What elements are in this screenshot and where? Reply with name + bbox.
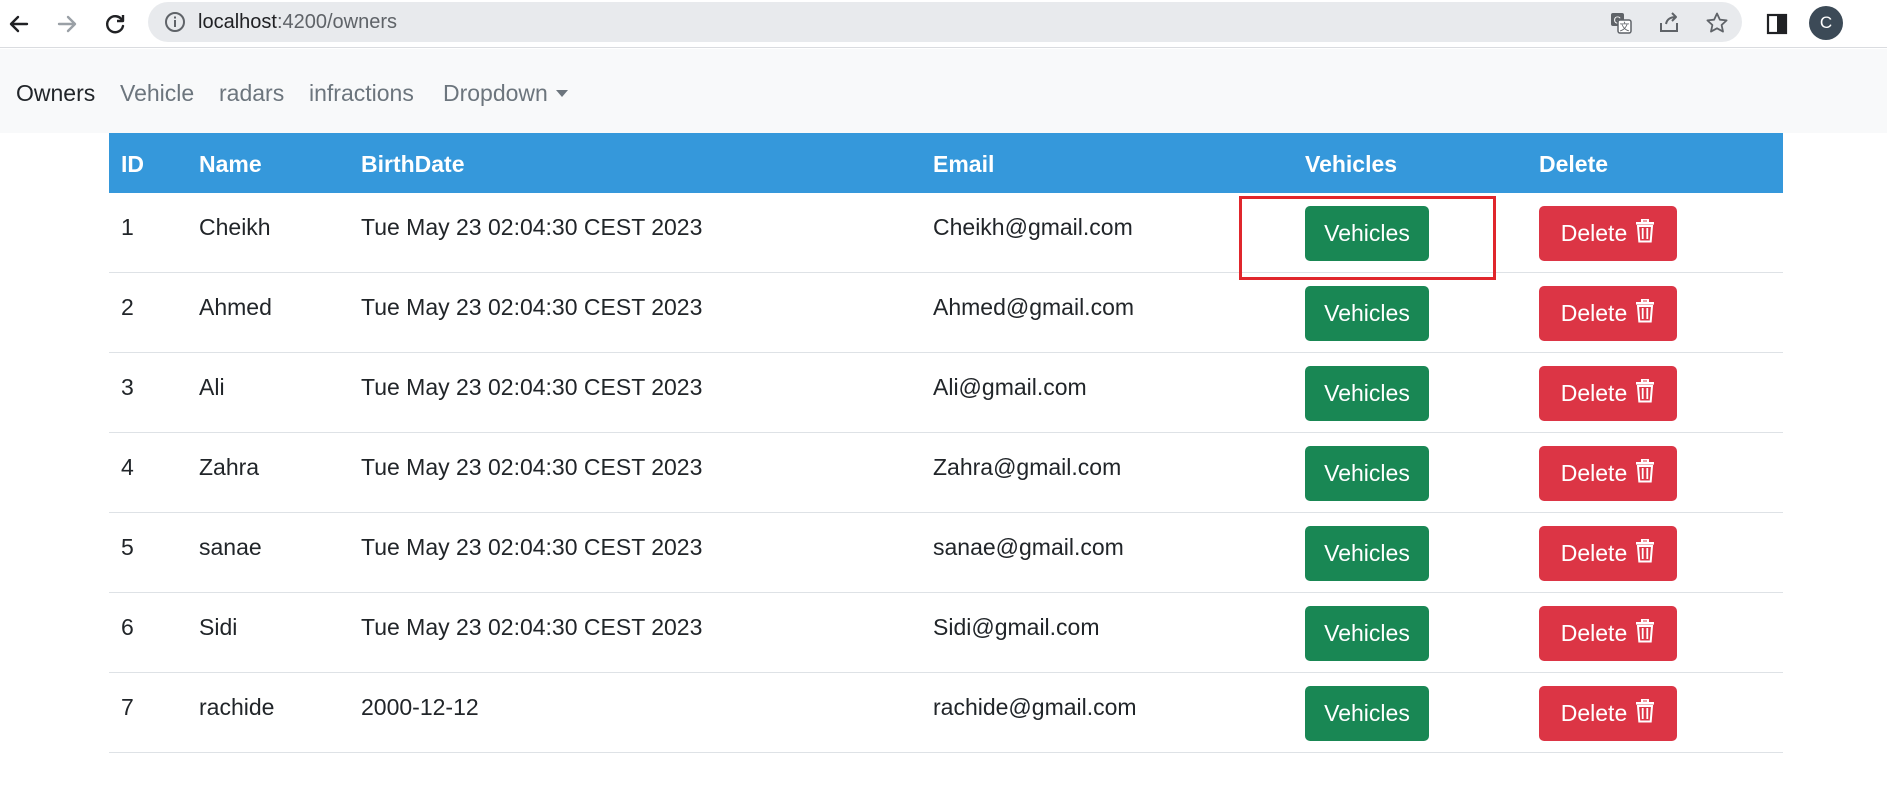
table-row: 6 Sidi Tue May 23 02:04:30 CEST 2023 Sid… xyxy=(109,593,1783,673)
url-host: localhost xyxy=(198,11,277,33)
header-vehicles: Vehicles xyxy=(1305,151,1398,177)
delete-button[interactable]: Delete xyxy=(1539,286,1677,341)
cell-name: Ahmed xyxy=(199,294,272,320)
trash-icon xyxy=(1635,618,1655,649)
vehicles-button[interactable]: Vehicles xyxy=(1305,606,1429,661)
caret-down-icon xyxy=(555,90,568,97)
delete-button-label: Delete xyxy=(1560,300,1628,326)
vehicles-button[interactable]: Vehicles xyxy=(1305,286,1429,341)
table-row: 3 Ali Tue May 23 02:04:30 CEST 2023 Ali@… xyxy=(109,353,1783,433)
side-panel-icon[interactable] xyxy=(1760,7,1794,41)
cell-name: Cheikh xyxy=(199,214,271,240)
cell-id: 1 xyxy=(121,214,134,240)
delete-button-label: Delete xyxy=(1560,380,1628,406)
delete-button[interactable]: Delete xyxy=(1539,606,1677,661)
share-icon[interactable] xyxy=(1656,10,1682,36)
cell-id: 2 xyxy=(121,294,134,320)
cell-birthdate: Tue May 23 02:04:30 CEST 2023 xyxy=(361,614,703,640)
cell-id: 3 xyxy=(121,374,134,400)
nav-item-vehicle[interactable]: Vehicle xyxy=(120,80,194,106)
header-id: ID xyxy=(121,151,144,177)
trash-icon xyxy=(1635,698,1655,729)
cell-birthdate: 2000-12-12 xyxy=(361,694,479,720)
address-bar[interactable]: localhost:4200/owners G文 xyxy=(148,2,1742,42)
delete-button[interactable]: Delete xyxy=(1539,446,1677,501)
trash-icon xyxy=(1635,298,1655,329)
delete-button-label: Delete xyxy=(1560,700,1628,726)
delete-button[interactable]: Delete xyxy=(1539,206,1677,261)
site-info-icon[interactable] xyxy=(164,11,186,38)
table-header: ID Name BirthDate Email Vehicles Delete xyxy=(109,133,1783,193)
cell-birthdate: Tue May 23 02:04:30 CEST 2023 xyxy=(361,454,703,480)
vehicles-button[interactable]: Vehicles xyxy=(1305,446,1429,501)
vehicles-button[interactable]: Vehicles xyxy=(1305,366,1429,421)
back-arrow-icon[interactable] xyxy=(2,7,36,41)
header-email: Email xyxy=(933,151,995,177)
owners-table: ID Name BirthDate Email Vehicles Delete … xyxy=(109,133,1783,753)
cell-name: Zahra xyxy=(199,454,260,480)
header-delete: Delete xyxy=(1539,151,1609,177)
cell-id: 4 xyxy=(121,454,134,480)
table-row: 5 sanae Tue May 23 02:04:30 CEST 2023 sa… xyxy=(109,513,1783,593)
cell-birthdate: Tue May 23 02:04:30 CEST 2023 xyxy=(361,214,703,240)
profile-avatar[interactable]: C xyxy=(1809,6,1843,40)
delete-button[interactable]: Delete xyxy=(1539,686,1677,741)
cell-email: sanae@gmail.com xyxy=(933,534,1124,560)
cell-id: 7 xyxy=(121,694,134,720)
cell-name: rachide xyxy=(199,694,275,720)
url-text: localhost:4200/owners xyxy=(198,11,397,33)
header-birthdate: BirthDate xyxy=(361,151,465,177)
trash-icon xyxy=(1635,458,1655,489)
nav-item-radars[interactable]: radars xyxy=(219,80,284,106)
delete-button-label: Delete xyxy=(1560,220,1628,246)
app-navbar: Owners Vehicle radars infractions Dropdo… xyxy=(0,49,1887,133)
cell-birthdate: Tue May 23 02:04:30 CEST 2023 xyxy=(361,534,703,560)
cell-name: Sidi xyxy=(199,614,238,640)
table-row: 4 Zahra Tue May 23 02:04:30 CEST 2023 Za… xyxy=(109,433,1783,513)
bookmark-star-icon[interactable] xyxy=(1704,10,1730,36)
cell-email: Cheikh@gmail.com xyxy=(933,214,1133,240)
delete-button-label: Delete xyxy=(1560,460,1628,486)
trash-icon xyxy=(1635,538,1655,569)
nav-dropdown[interactable]: Dropdown xyxy=(443,80,568,106)
table-row: 7 rachide 2000-12-12 rachide@gmail.com V… xyxy=(109,673,1783,753)
translate-icon[interactable]: G文 xyxy=(1608,10,1634,36)
nav-item-infractions[interactable]: infractions xyxy=(309,80,414,106)
trash-icon xyxy=(1635,378,1655,409)
nav-dropdown-label: Dropdown xyxy=(443,80,548,106)
cell-birthdate: Tue May 23 02:04:30 CEST 2023 xyxy=(361,294,703,320)
header-name: Name xyxy=(199,151,262,177)
cell-id: 6 xyxy=(121,614,134,640)
delete-button-label: Delete xyxy=(1560,620,1628,646)
cell-id: 5 xyxy=(121,534,134,560)
table-row: 2 Ahmed Tue May 23 02:04:30 CEST 2023 Ah… xyxy=(109,273,1783,353)
url-path: :4200/owners xyxy=(276,11,398,33)
reload-icon[interactable] xyxy=(98,7,132,41)
cell-name: sanae xyxy=(199,534,262,560)
delete-button[interactable]: Delete xyxy=(1539,526,1677,581)
delete-button[interactable]: Delete xyxy=(1539,366,1677,421)
table-row: 1 Cheikh Tue May 23 02:04:30 CEST 2023 C… xyxy=(109,193,1783,273)
cell-email: Sidi@gmail.com xyxy=(933,614,1100,640)
svg-text:文: 文 xyxy=(1620,21,1630,34)
cell-email: Ali@gmail.com xyxy=(933,374,1087,400)
trash-icon xyxy=(1635,218,1655,249)
delete-button-label: Delete xyxy=(1560,540,1628,566)
vehicles-button[interactable]: Vehicles xyxy=(1305,686,1429,741)
cell-email: rachide@gmail.com xyxy=(933,694,1137,720)
cell-email: Zahra@gmail.com xyxy=(933,454,1122,480)
browser-toolbar: localhost:4200/owners G文 C xyxy=(0,0,1887,48)
vehicles-button[interactable]: Vehicles xyxy=(1305,206,1429,261)
forward-arrow-icon[interactable] xyxy=(50,7,84,41)
cell-name: Ali xyxy=(199,374,225,400)
nav-item-owners[interactable]: Owners xyxy=(16,80,95,106)
cell-birthdate: Tue May 23 02:04:30 CEST 2023 xyxy=(361,374,703,400)
vehicles-button[interactable]: Vehicles xyxy=(1305,526,1429,581)
cell-email: Ahmed@gmail.com xyxy=(933,294,1135,320)
